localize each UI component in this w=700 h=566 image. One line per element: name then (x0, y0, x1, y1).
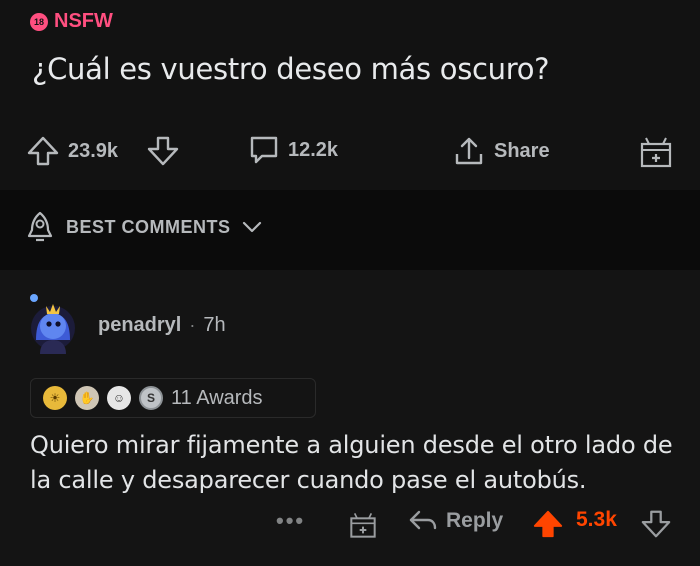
reply-arrow-icon (409, 510, 437, 530)
post-award-button[interactable] (638, 134, 674, 170)
sun-award-icon: ☀ (43, 386, 67, 410)
nsfw-18-icon: 18 (30, 12, 48, 31)
meta-separator: · (189, 315, 196, 335)
chevron-down-icon (242, 221, 261, 233)
comment-card: penadryl · 7h ☀ ✋ ☺ S 11 Awards Quiero m… (0, 270, 700, 566)
share-upload-icon (455, 137, 483, 165)
post-downvote-button[interactable] (146, 134, 180, 168)
reply-label: Reply (446, 509, 504, 532)
comment-score: 5.3k (576, 508, 617, 531)
comment-age: 7h (203, 314, 226, 336)
silver-coin-award-icon: S (139, 386, 163, 410)
gift-icon (640, 137, 672, 168)
post-actions-bar: 23.9k 12.2k Share (0, 130, 700, 176)
comment-body: Quiero mirar fijamente a alguien desde e… (30, 431, 673, 494)
awards-strip[interactable]: ☀ ✋ ☺ S 11 Awards (30, 378, 316, 418)
speech-bubble-icon (250, 136, 278, 164)
share-label: Share (494, 139, 550, 162)
hands-award-icon: ✋ (75, 386, 99, 410)
nsfw-tag: 18 NSFW (30, 10, 113, 33)
sort-dropdown[interactable]: BEST COMMENTS (24, 210, 263, 244)
arrow-up-icon (533, 510, 563, 538)
post-title[interactable]: ¿Cuál es vuestro deseo más oscuro? (32, 52, 550, 86)
comment-meta: penadryl · 7h (98, 314, 226, 337)
sort-label: BEST COMMENTS (66, 216, 231, 237)
comment-actions-bar: ••• Reply 5.3k (0, 504, 700, 544)
comment-upvote-button[interactable] (532, 508, 564, 540)
username[interactable]: penadryl (98, 314, 181, 337)
more-options-button[interactable]: ••• (276, 508, 305, 534)
post-upvote-button[interactable]: 23.9k (26, 134, 118, 168)
comment-count: 12.2k (288, 138, 339, 161)
gift-icon (350, 512, 376, 538)
arrow-up-icon (27, 136, 59, 166)
awards-count: 11 Awards (171, 386, 263, 409)
face-award-icon: ☺ (107, 386, 131, 410)
arrow-down-icon (147, 136, 179, 166)
sort-bar: BEST COMMENTS (0, 190, 700, 270)
reply-button[interactable]: Reply (408, 508, 503, 534)
nsfw-label: NSFW (54, 10, 113, 32)
rocket-icon (27, 211, 53, 242)
avatar[interactable] (22, 292, 80, 354)
post-share-button[interactable]: Share (452, 134, 550, 168)
comment-downvote-button[interactable] (640, 508, 672, 540)
post-card: 18 NSFW ¿Cuál es vuestro deseo más oscur… (0, 0, 700, 190)
arrow-down-icon (641, 510, 671, 538)
post-comments-button[interactable]: 12.2k (248, 134, 338, 166)
comment-award-button[interactable] (348, 510, 378, 540)
post-score: 23.9k (68, 139, 119, 162)
